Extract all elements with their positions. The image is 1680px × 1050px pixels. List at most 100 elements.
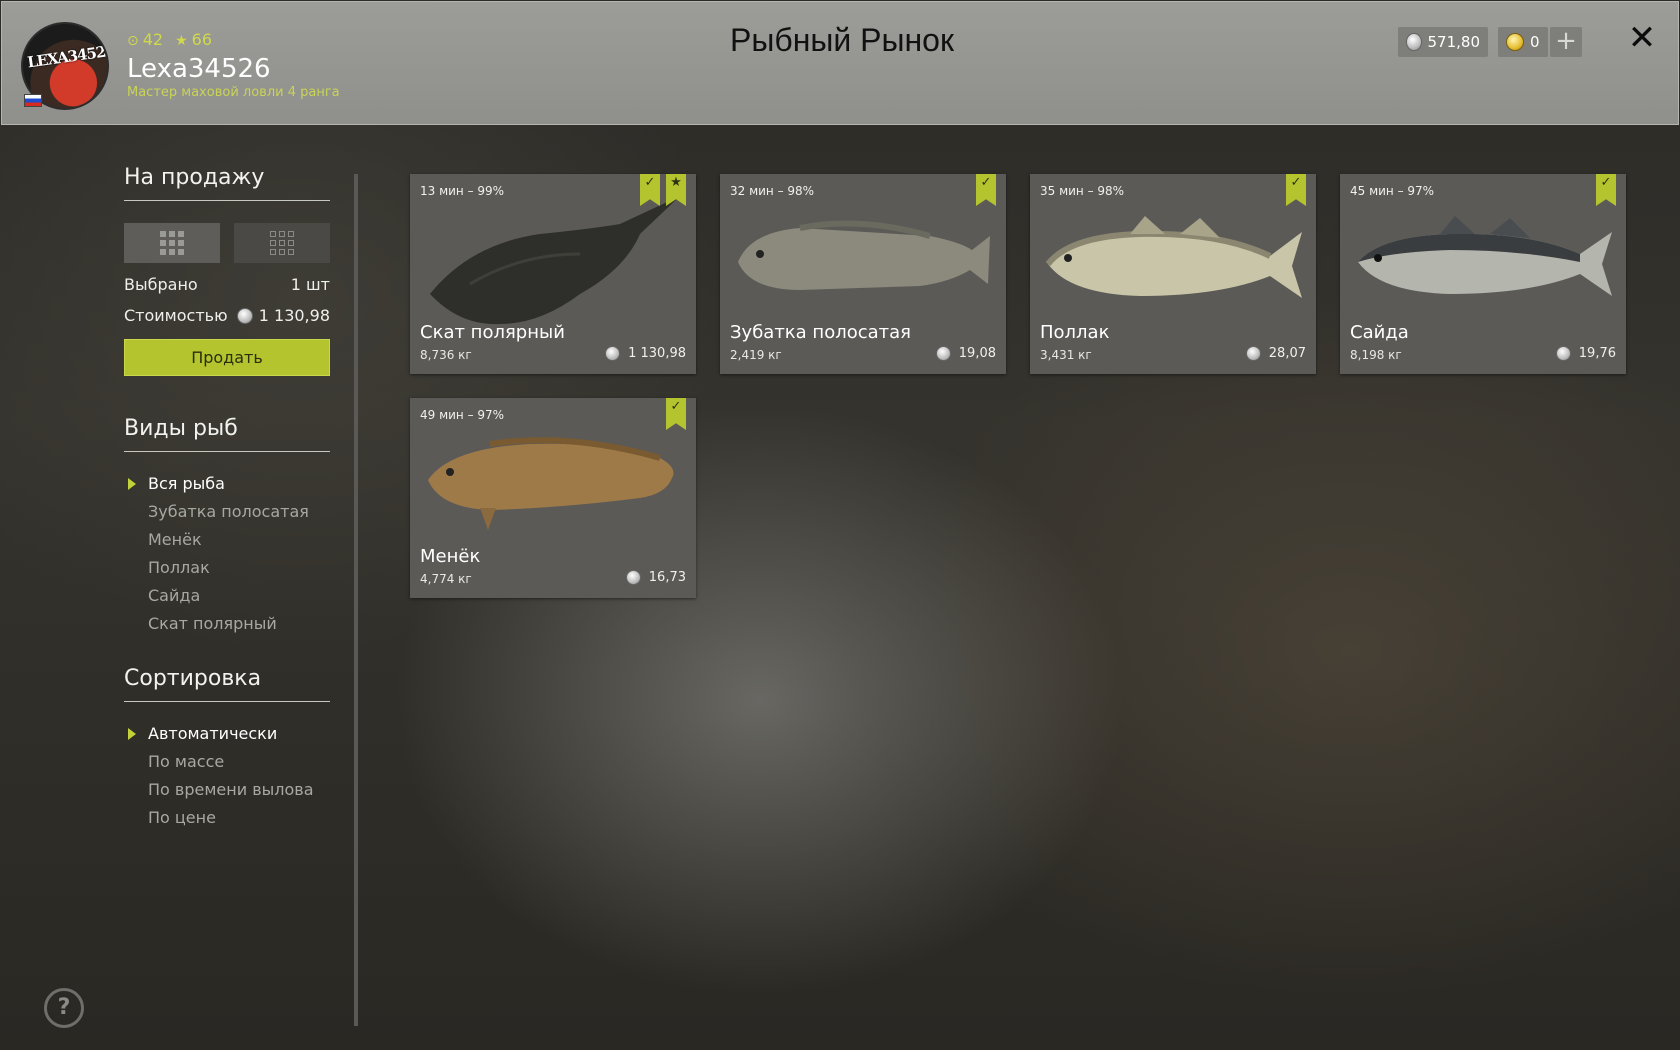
sort-section: Сортировка Автоматически По массе По време…	[124, 666, 330, 832]
add-currency-button[interactable]: +	[1550, 27, 1582, 57]
fish-price-value: 19,08	[958, 346, 996, 361]
species-filter-item[interactable]: Менёк	[124, 526, 330, 554]
sell-button[interactable]: Продать	[124, 339, 330, 376]
fish-price: 28,07	[1245, 346, 1306, 361]
fish-weight: 8,736 кг	[420, 348, 472, 362]
silver-balance: 571,80	[1398, 27, 1488, 57]
fish-name: Сайда	[1350, 322, 1409, 343]
cost-row: Стоимостью 1 130,98	[124, 306, 330, 325]
silver-coin-icon	[605, 346, 621, 361]
selected-value: 1 шт	[290, 275, 330, 294]
species-filter-item-label: Зубатка полосатая	[148, 502, 309, 521]
help-button[interactable]: ?	[44, 988, 84, 1028]
silver-coin-icon	[935, 346, 951, 361]
rank-label: Мастер маховой ловли 4 ранга	[127, 85, 340, 100]
sidebar: На продажу Выбрано 1 шт Стоимостью 1 130…	[124, 165, 330, 832]
sort-option-item-label: По времени вылова	[148, 780, 314, 799]
silver-coin-icon	[625, 570, 641, 585]
wolffish-image	[738, 220, 990, 290]
species-filter-list: Вся рыба Зубатка полосатая Менёк Поллак Сайд…	[124, 470, 330, 638]
fish-name: Поллак	[1040, 322, 1110, 343]
fish-card-1[interactable]: ✓ 32 мин – 98% Зубатка полосатая 2,419 к…	[720, 174, 1006, 374]
fish-price-value: 1 130,98	[628, 346, 686, 361]
selected-arrow-icon	[128, 478, 136, 490]
small-grid-view-button[interactable]	[234, 223, 330, 263]
russia-flag-icon	[24, 94, 42, 107]
fish-price-value: 28,07	[1268, 346, 1306, 361]
sort-option-item[interactable]: По цене	[124, 804, 330, 832]
gold-coin-icon	[1506, 33, 1524, 51]
star-icon: ★	[175, 33, 188, 49]
polar-skate-fish-image	[430, 196, 680, 325]
fish-weight: 8,198 кг	[1350, 348, 1402, 362]
fish-card-2[interactable]: ✓ 35 мин – 98% Поллак 3,431 кг 28,07	[1030, 174, 1316, 374]
species-section: Виды рыб Вся рыба Зубатка полосатая Менёк П…	[124, 416, 330, 638]
stars-value: 66	[191, 30, 213, 49]
sale-section-title: На продажу	[124, 165, 330, 201]
fish-price-value: 16,73	[648, 570, 686, 585]
species-filter-item[interactable]: Сайда	[124, 582, 330, 610]
cost-value-group: 1 130,98	[236, 306, 330, 325]
poor-cod-image	[428, 437, 674, 530]
catch-time-quality: 13 мин – 99%	[420, 184, 505, 198]
silver-coin-icon	[236, 307, 253, 324]
level-value: 42	[142, 30, 164, 49]
species-filter-item[interactable]: Зубатка полосатая	[124, 498, 330, 526]
silver-coin-icon	[1245, 346, 1261, 361]
fish-name: Менёк	[420, 546, 481, 567]
gold-balance: 0	[1498, 27, 1548, 57]
username: Lexa34526	[127, 54, 271, 84]
fish-card-4[interactable]: ✓ 49 мин – 97% Менёк 4,774 кг 16,73	[410, 398, 696, 598]
pollack-image	[1045, 216, 1302, 298]
sort-option-item-label: По массе	[148, 752, 225, 771]
species-filter-item[interactable]: Поллак	[124, 554, 330, 582]
sort-options-list: Автоматически По массе По времени вылова По…	[124, 720, 330, 832]
fish-price: 19,76	[1555, 346, 1616, 361]
species-section-title: Виды рыб	[124, 416, 330, 452]
species-filter-item-label: Поллак	[148, 558, 210, 577]
silver-coin-icon	[1406, 33, 1422, 51]
large-grid-view-button[interactable]	[124, 223, 220, 263]
fish-weight: 4,774 кг	[420, 572, 472, 586]
fish-card-0[interactable]: ✓ ★ 13 мин – 99% Скат полярный 8,736 кг …	[410, 174, 696, 374]
fish-weight: 2,419 кг	[730, 348, 782, 362]
gold-value: 0	[1530, 33, 1540, 51]
catch-time-quality: 45 мин – 97%	[1350, 184, 1435, 198]
avatar-logo-text: LEXA34526	[26, 41, 109, 72]
catch-time-quality: 35 мин – 98%	[1040, 184, 1125, 198]
fish-price: 16,73	[625, 570, 686, 585]
sort-option-item[interactable]: По времени вылова	[124, 776, 330, 804]
cost-label: Стоимостью	[124, 306, 228, 325]
grid-outline-icon	[270, 231, 294, 255]
fish-price-value: 19,76	[1578, 346, 1616, 361]
cost-value: 1 130,98	[258, 306, 330, 325]
player-stats: ⊙ 42 ★ 66	[127, 30, 212, 49]
sidebar-divider	[354, 174, 358, 1026]
fish-price: 1 130,98	[605, 346, 686, 361]
stars-stat: ★ 66	[175, 30, 212, 49]
fish-card-3[interactable]: ✓ 45 мин – 97% Сайда 8,198 кг 19,76	[1340, 174, 1626, 374]
grid-icon	[160, 231, 184, 255]
saithe-image	[1358, 216, 1612, 296]
species-filter-item[interactable]: Вся рыба	[124, 470, 330, 498]
level-icon: ⊙	[127, 33, 139, 49]
fish-weight: 3,431 кг	[1040, 348, 1092, 362]
silver-value: 571,80	[1427, 33, 1481, 51]
selected-arrow-icon	[128, 728, 136, 740]
close-button[interactable]: ✕	[1624, 18, 1660, 58]
sort-option-item[interactable]: Автоматически	[124, 720, 330, 748]
sort-section-title: Сортировка	[124, 666, 330, 702]
catch-time-quality: 49 мин – 97%	[420, 408, 505, 422]
fish-price: 19,08	[935, 346, 996, 361]
species-filter-item-label: Скат полярный	[148, 614, 277, 633]
fish-name: Зубатка полосатая	[730, 322, 912, 343]
sort-option-item[interactable]: По массе	[124, 748, 330, 776]
fish-name: Скат полярный	[420, 322, 565, 343]
sort-option-item-label: По цене	[148, 808, 216, 827]
page-title: Рыбный Рынок	[730, 22, 954, 58]
level-stat: ⊙ 42	[127, 30, 163, 49]
selected-count-row: Выбрано 1 шт	[124, 275, 330, 294]
species-filter-item[interactable]: Скат полярный	[124, 610, 330, 638]
selected-label: Выбрано	[124, 275, 198, 294]
top-bar: LEXA34526 ⊙ 42 ★ 66 Lexa34526 Мастер махов…	[1, 1, 1679, 125]
